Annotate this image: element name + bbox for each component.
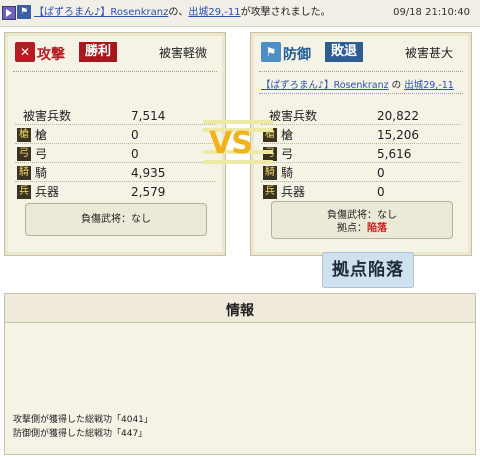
message-mid: の、 [168, 7, 189, 18]
player-link[interactable]: 【ぱずろまん♪】 [34, 7, 110, 18]
attack-title: 攻撃 [37, 47, 65, 63]
vs-emblem: VS [203, 120, 273, 166]
defense-panel: ⚑ 防御 敗退 被害甚大 【ぱずろまん♪】Rosenkranz の 出城29,-… [250, 32, 472, 256]
defense-casualty-box: 負傷武将：なし 拠点：陥落 [271, 201, 453, 239]
unit-value: 5,616 [377, 147, 412, 161]
message-icon [2, 6, 16, 20]
weapon-icon: 兵 [263, 185, 277, 199]
bow-icon: 弓 [17, 147, 31, 161]
row-divider [15, 181, 215, 182]
defense-damage-level: 被害甚大 [404, 46, 453, 60]
row-divider [15, 124, 215, 125]
row-divider [15, 162, 215, 163]
unit-label: 槍 [35, 128, 48, 142]
defense-losses-row: 被害兵数 20,822 [261, 107, 461, 125]
row-divider [15, 143, 215, 144]
row-divider [261, 181, 461, 182]
info-title: 情報 [226, 303, 254, 319]
particle-text: の [391, 80, 402, 91]
info-panel: 情報 攻撃側が獲得した総戦功「4041」 防御側が獲得した総戦功「447」 [4, 293, 476, 455]
attack-damage-level: 被害軽微 [158, 46, 207, 60]
unit-label: 兵器 [35, 185, 60, 199]
unit-label: 兵器 [281, 185, 306, 199]
unit-label: 騎 [281, 166, 294, 180]
unit-value: 2,579 [131, 185, 166, 199]
losses-label: 被害兵数 [269, 109, 318, 123]
horse-icon: 騎 [263, 166, 277, 180]
horse-icon: 騎 [17, 166, 31, 180]
attack-panel: ✕ 攻撃 勝利 被害軽微 被害兵数 7,514 槍 槍 0 弓 弓 0 騎 騎 … [4, 32, 226, 256]
message-tail: が攻撃されました。 [240, 7, 331, 18]
defense-unit-row: 弓 弓 5,616 [261, 145, 461, 163]
info-line: 攻撃側が獲得した総戦功「4041」 [13, 415, 153, 425]
attack-header: ✕ 攻撃 勝利 被害軽微 [15, 42, 215, 64]
attack-losses-row: 被害兵数 7,514 [15, 107, 215, 125]
vs-text: VS [209, 126, 253, 161]
notification-message: 【ぱずろまん♪】Rosenkranzの、出城29,-11が攻撃されました。 [34, 0, 331, 26]
location-link[interactable]: 出城29,-11 [404, 80, 454, 91]
unit-value: 0 [131, 147, 139, 161]
spear-icon: 槍 [17, 128, 31, 142]
losses-value: 20,822 [377, 109, 419, 123]
divider [259, 71, 463, 72]
crossed-swords-icon: ✕ [15, 42, 35, 62]
unit-label: 槍 [281, 128, 294, 142]
unit-label: 騎 [35, 166, 48, 180]
attack-unit-row: 槍 槍 0 [15, 126, 215, 144]
losses-label: 被害兵数 [23, 109, 72, 123]
attack-unit-row: 弓 弓 0 [15, 145, 215, 163]
divider [13, 71, 217, 72]
notification-bar: ⚑ 【ぱずろまん♪】Rosenkranzの、出城29,-11が攻撃されました。 … [0, 0, 480, 27]
vs-stripe [203, 120, 273, 124]
defense-header: ⚑ 防御 敗退 被害甚大 [261, 42, 461, 64]
defense-unit-row: 槍 槍 15,206 [261, 126, 461, 144]
stronghold-fallen-stamp: 拠点陥落 [322, 252, 414, 288]
fallen-status: 陥落 [367, 223, 387, 234]
target-link[interactable]: Rosenkranz [334, 80, 389, 91]
attack-unit-row: 兵 兵器 2,579 [15, 183, 215, 201]
attack-casualty-box: 負傷武将：なし [25, 203, 207, 236]
location-link[interactable]: 出城29,-11 [188, 7, 240, 18]
flag-icon: ⚑ [17, 5, 31, 19]
target-link[interactable]: Rosenkranz [110, 7, 168, 18]
unit-label: 弓 [281, 147, 294, 161]
unit-value: 0 [131, 128, 139, 142]
weapon-icon: 兵 [17, 185, 31, 199]
defense-result-badge: 敗退 [325, 42, 364, 62]
attack-result-badge: 勝利 [79, 42, 118, 62]
defense-unit-row: 兵 兵器 0 [261, 183, 461, 201]
unit-value: 15,206 [377, 128, 419, 142]
losses-value: 7,514 [131, 109, 166, 123]
timestamp: 09/18 21:10:40 [393, 7, 470, 18]
row-divider [261, 124, 461, 125]
divider [259, 93, 463, 94]
stronghold-status: 拠点：陥落 [337, 223, 387, 234]
defender-info: 【ぱずろまん♪】Rosenkranz の 出城29,-11 [261, 77, 454, 91]
flag-icon: ⚑ [261, 42, 281, 62]
attack-unit-row: 騎 騎 4,935 [15, 164, 215, 182]
defense-unit-row: 騎 騎 0 [261, 164, 461, 182]
row-divider [261, 143, 461, 144]
info-title-bar: 情報 [5, 294, 475, 323]
unit-label: 弓 [35, 147, 48, 161]
unit-value: 4,935 [131, 166, 166, 180]
unit-value: 0 [377, 166, 385, 180]
unit-value: 0 [377, 185, 385, 199]
info-line: 防御側が獲得した総戦功「447」 [13, 429, 148, 439]
player-link[interactable]: 【ぱずろまん♪】 [261, 80, 334, 91]
row-divider [261, 162, 461, 163]
defense-title: 防御 [283, 47, 311, 63]
